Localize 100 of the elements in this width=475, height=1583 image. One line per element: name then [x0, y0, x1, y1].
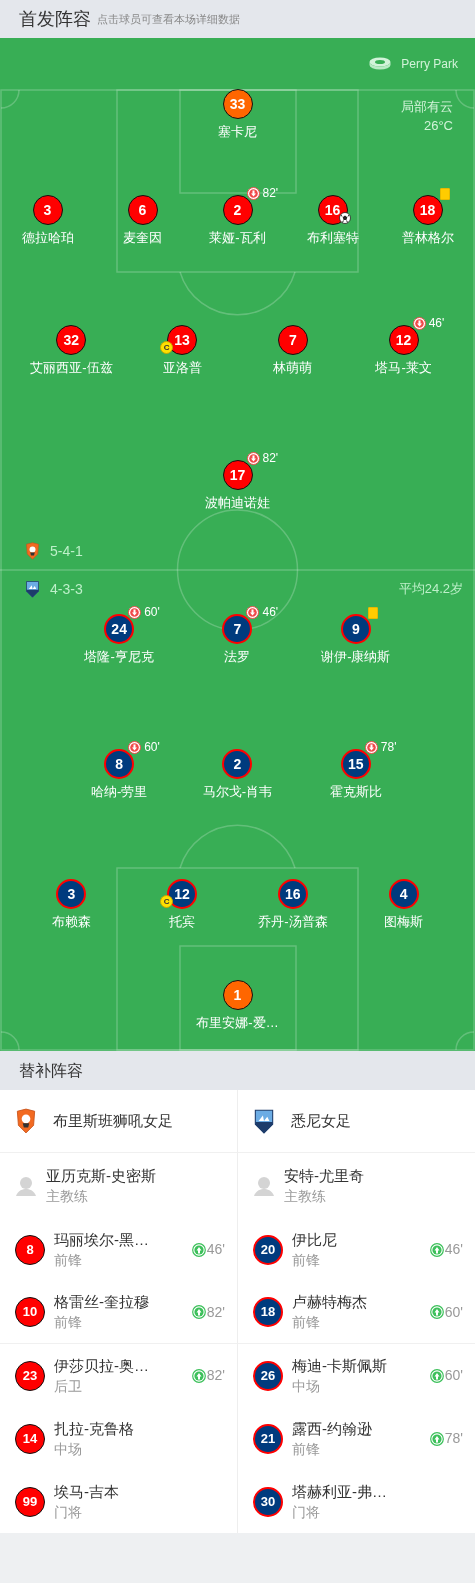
player-name[interactable]: 马尔戈-肖韦 — [202, 783, 273, 801]
substitution-on-icon — [429, 1305, 444, 1319]
player-position: 前锋 — [54, 1250, 83, 1270]
player-number[interactable]: 8 — [104, 749, 135, 779]
player-name[interactable]: 乔丹-汤普森 — [258, 913, 328, 931]
player-number[interactable]: 10 — [15, 1297, 45, 1327]
substitution-off-icon — [246, 186, 260, 200]
substitution-minute: 60' — [144, 605, 160, 619]
team-logo — [15, 1108, 37, 1134]
player-name[interactable]: 玛丽埃尔-黑… — [54, 1229, 149, 1250]
player-number[interactable]: 23 — [15, 1360, 45, 1391]
substitution-minute: 78' — [444, 1429, 463, 1448]
player-number[interactable]: 7 — [277, 325, 308, 355]
player-number[interactable]: 14 — [15, 1423, 45, 1454]
hint-text: 点击球员可查看本场详细数据 — [97, 11, 240, 27]
player-position: 前锋 — [54, 1313, 83, 1332]
player-number[interactable]: 3 — [32, 195, 63, 225]
average-age: 平均24.2岁 — [398, 580, 463, 599]
player-name[interactable]: 塔马-莱文 — [375, 359, 432, 377]
player-position: 前锋 — [292, 1250, 321, 1270]
team-logo — [25, 580, 40, 598]
substitution-minute: 82' — [206, 1302, 225, 1322]
player-name[interactable]: 谢伊-康纳斯 — [321, 648, 391, 666]
player-name[interactable]: 布赖森 — [51, 913, 91, 931]
player-name[interactable]: 哈纳-劳里 — [91, 783, 148, 801]
player-number[interactable]: 2 — [222, 749, 253, 779]
substitution-off-icon — [412, 316, 426, 330]
player-name[interactable]: 法罗 — [224, 648, 251, 666]
stadium-icon — [369, 57, 392, 70]
player-number[interactable]: 4 — [388, 879, 419, 909]
player-number[interactable]: 26 — [253, 1360, 283, 1391]
player-position: 前锋 — [292, 1313, 321, 1332]
team-logo — [253, 1108, 275, 1134]
player-name[interactable]: 布利塞特 — [306, 229, 359, 247]
player-name[interactable]: 格雷丝-奎拉穆 — [54, 1292, 149, 1312]
substitution-minute: 46' — [262, 605, 279, 619]
player-name[interactable]: 莱娅-瓦利 — [209, 229, 266, 247]
player-name[interactable]: 布里安娜-爱… — [196, 1014, 279, 1032]
coach-name[interactable]: 亚历克斯-史密斯 — [46, 1165, 156, 1186]
player-name[interactable]: 霍克斯比 — [329, 783, 382, 801]
player-number[interactable]: 16 — [317, 195, 348, 225]
player-number[interactable]: 8 — [15, 1234, 45, 1265]
player-number[interactable]: 12 — [388, 325, 419, 355]
substitution-on-icon — [429, 1242, 444, 1257]
player-name[interactable]: 塔赫利亚-弗… — [292, 1481, 387, 1502]
player-name[interactable]: 亚洛普 — [162, 359, 202, 377]
player-name[interactable]: 普林格尔 — [401, 229, 454, 247]
player-name[interactable]: 梅迪-卡斯佩斯 — [292, 1355, 387, 1376]
player-number[interactable]: 2 — [222, 195, 253, 225]
substitution-on-icon — [191, 1305, 206, 1319]
player-name[interactable]: 塞卡尼 — [218, 123, 257, 141]
player-number[interactable]: 15 — [340, 749, 371, 779]
player-position: 门将 — [292, 1502, 321, 1522]
substitution-minute: 60' — [144, 740, 160, 754]
player-number[interactable]: 20 — [253, 1234, 283, 1265]
team-name[interactable]: 布里斯班狮吼女足 — [53, 1109, 173, 1133]
player-number[interactable]: 3 — [56, 879, 87, 909]
player-name[interactable]: 露西-约翰逊 — [292, 1418, 372, 1439]
player-number[interactable]: 24 — [104, 614, 135, 644]
player-number[interactable]: 18 — [412, 195, 443, 225]
player-name[interactable]: 波帕迪诺娃 — [205, 494, 270, 512]
player-number[interactable]: 7 — [222, 614, 253, 644]
player-number[interactable]: 18 — [253, 1297, 283, 1327]
coach-name[interactable]: 安特-尤里奇 — [284, 1165, 364, 1186]
player-position: 门将 — [54, 1502, 83, 1522]
player-name[interactable]: 林萌萌 — [273, 359, 313, 377]
substitution-on-icon — [191, 1368, 206, 1383]
player-name[interactable]: 托宾 — [169, 913, 196, 931]
formation: 5-4-1 — [50, 541, 83, 561]
player-number[interactable]: 30 — [253, 1486, 283, 1517]
player-name[interactable]: 伊比尼 — [292, 1229, 337, 1250]
player-number[interactable]: 21 — [253, 1423, 283, 1454]
substitution-minute: 82' — [262, 451, 279, 465]
player-name[interactable]: 埃马-吉本 — [54, 1481, 119, 1502]
substitution-minute: 46' — [444, 1240, 463, 1259]
player-number[interactable]: 32 — [56, 325, 87, 355]
substitution-off-icon — [246, 451, 260, 465]
section-title: 替补阵容 — [0, 1051, 475, 1090]
player-name[interactable]: 艾丽西亚-伍兹 — [30, 359, 113, 377]
player-name[interactable]: 伊莎贝拉-奥… — [54, 1355, 149, 1376]
player-number[interactable]: 1 — [222, 980, 253, 1010]
coach-role: 主教练 — [46, 1186, 89, 1206]
player-name[interactable]: 麦奎因 — [123, 229, 162, 247]
player-number[interactable]: 9 — [340, 614, 371, 644]
player-name[interactable]: 扎拉-克鲁格 — [54, 1418, 134, 1439]
substitution-on-icon — [429, 1431, 444, 1446]
player-name[interactable]: 图梅斯 — [384, 913, 424, 931]
player-number[interactable]: 16 — [277, 879, 308, 909]
player-name[interactable]: 德拉哈珀 — [21, 229, 74, 247]
substitution-minute: 82' — [262, 186, 279, 200]
player-name[interactable]: 塔隆-亨尼克 — [84, 648, 154, 666]
substitution-off-icon — [128, 740, 142, 754]
team-name[interactable]: 悉尼女足 — [291, 1109, 351, 1133]
player-number[interactable]: 99 — [15, 1486, 45, 1517]
venue-name: Perry Park — [401, 55, 458, 73]
captain-badge: C — [160, 895, 174, 908]
player-number[interactable]: 33 — [222, 89, 253, 119]
player-name[interactable]: 卢赫特梅杰 — [292, 1292, 367, 1312]
player-number[interactable]: 17 — [222, 460, 253, 490]
player-number[interactable]: 6 — [127, 195, 158, 225]
